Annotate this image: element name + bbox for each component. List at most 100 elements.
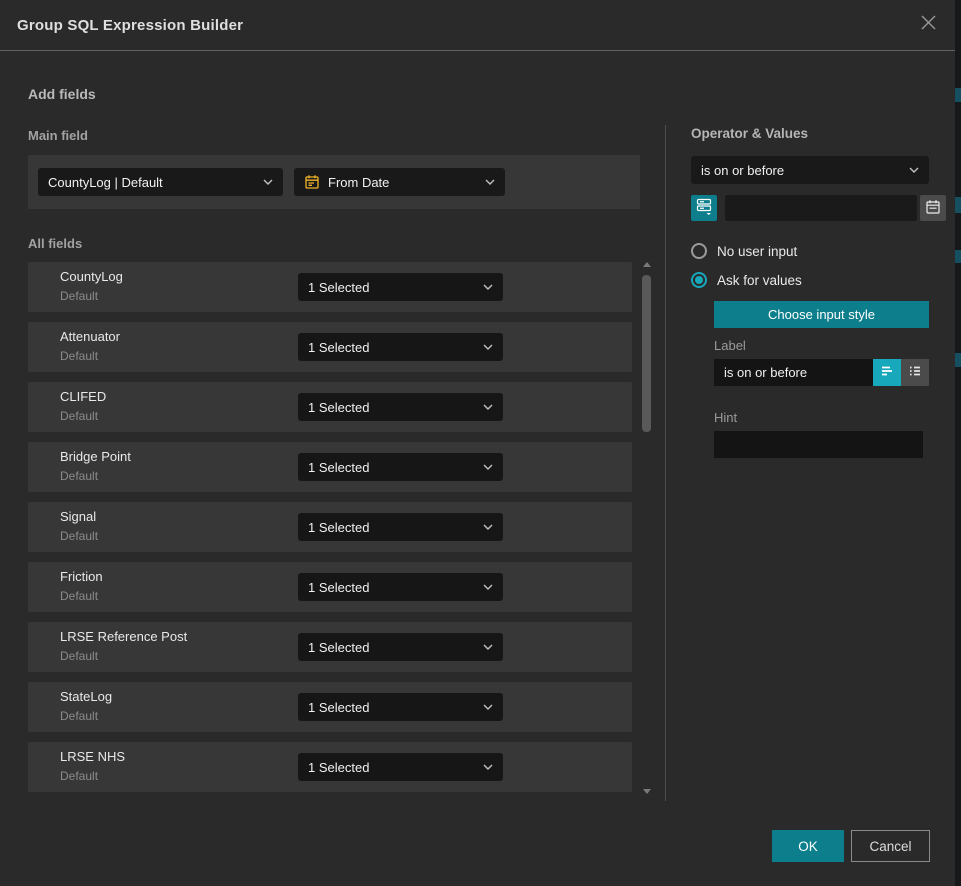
field-selection-dropdown[interactable]: 1 Selected	[298, 453, 503, 481]
selection-value: 1 Selected	[308, 700, 477, 715]
chevron-down-icon	[483, 644, 493, 650]
chevron-down-icon	[483, 764, 493, 770]
main-field-dropdown[interactable]: From Date	[294, 168, 505, 196]
field-selection-dropdown[interactable]: 1 Selected	[298, 633, 503, 661]
calendar-icon	[925, 199, 941, 218]
date-picker-button[interactable]	[920, 195, 946, 221]
field-name: StateLog	[60, 689, 112, 704]
field-selection-dropdown[interactable]: 1 Selected	[298, 393, 503, 421]
field-name: Friction	[60, 569, 103, 584]
background-app-strip	[955, 0, 961, 886]
field-type: Default	[60, 589, 103, 603]
radio-label: No user input	[717, 244, 797, 259]
chevron-down-icon	[483, 584, 493, 590]
cancel-button[interactable]: Cancel	[851, 830, 930, 862]
main-field-label: Main field	[28, 128, 88, 143]
group-sql-expression-builder-dialog: Group SQL Expression Builder Add fields …	[0, 0, 955, 886]
selection-value: 1 Selected	[308, 580, 477, 595]
radio-circle-selected-icon	[691, 272, 707, 288]
input-style-text-toggle[interactable]	[873, 359, 901, 386]
label-input[interactable]	[714, 359, 873, 386]
radio-ask-for-values[interactable]: Ask for values	[691, 272, 929, 288]
ask-for-values-options: Choose input style Label	[714, 301, 929, 458]
main-field-dropdown-value: From Date	[328, 175, 479, 190]
close-icon	[920, 14, 937, 36]
list-icon	[907, 363, 923, 382]
selection-value: 1 Selected	[308, 460, 477, 475]
field-name: Attenuator	[60, 329, 120, 344]
chevron-down-icon	[483, 464, 493, 470]
ok-button[interactable]: OK	[772, 830, 844, 862]
align-left-icon	[879, 363, 895, 382]
operator-dropdown[interactable]: is on or before	[691, 156, 929, 184]
scroll-up-arrow[interactable]	[642, 262, 651, 268]
chevron-down-icon	[483, 404, 493, 410]
dialog-title: Group SQL Expression Builder	[17, 17, 243, 34]
main-layer-dropdown-value: CountyLog | Default	[48, 175, 257, 190]
choose-input-style-button[interactable]: Choose input style	[714, 301, 929, 328]
operator-values-panel: Operator & Values is on or before	[691, 126, 929, 458]
field-selection-dropdown[interactable]: 1 Selected	[298, 273, 503, 301]
all-fields-list: CountyLog Default 1 Selected Attenuator …	[28, 262, 632, 802]
chevron-down-icon	[483, 524, 493, 530]
field-type: Default	[60, 649, 187, 663]
calendar-icon	[304, 174, 320, 190]
close-button[interactable]	[918, 15, 938, 35]
field-type: Default	[60, 529, 98, 543]
dialog-header: Group SQL Expression Builder	[0, 0, 955, 51]
value-input-row	[691, 195, 929, 221]
field-selection-dropdown[interactable]: 1 Selected	[298, 573, 503, 601]
field-name: Signal	[60, 509, 98, 524]
field-row-bridge-point: Bridge Point Default 1 Selected	[28, 442, 632, 492]
radio-circle-icon	[691, 243, 707, 259]
input-mode-radios: No user input Ask for values	[691, 243, 929, 288]
panel-divider	[665, 125, 666, 801]
field-type: Default	[60, 409, 106, 423]
field-name: CountyLog	[60, 269, 123, 284]
field-row-attenuator: Attenuator Default 1 Selected	[28, 322, 632, 372]
add-fields-heading: Add fields	[28, 86, 96, 102]
hint-caption: Hint	[714, 410, 929, 425]
field-row-lrse-reference-post: LRSE Reference Post Default 1 Selected	[28, 622, 632, 672]
field-name: LRSE NHS	[60, 749, 125, 764]
chevron-down-icon	[483, 704, 493, 710]
field-row-statelog: StateLog Default 1 Selected	[28, 682, 632, 732]
input-style-list-toggle[interactable]	[901, 359, 929, 386]
field-row-countylog: CountyLog Default 1 Selected	[28, 262, 632, 312]
selection-value: 1 Selected	[308, 340, 477, 355]
field-name: LRSE Reference Post	[60, 629, 187, 644]
field-selection-dropdown[interactable]: 1 Selected	[298, 333, 503, 361]
all-fields-label: All fields	[28, 236, 82, 251]
field-selection-dropdown[interactable]: 1 Selected	[298, 693, 503, 721]
field-type: Default	[60, 769, 125, 783]
value-input[interactable]	[725, 195, 917, 221]
main-field-panel: CountyLog | Default From Date	[28, 155, 640, 209]
selection-value: 1 Selected	[308, 520, 477, 535]
radio-no-user-input[interactable]: No user input	[691, 243, 929, 259]
chevron-down-icon	[263, 179, 273, 185]
main-layer-dropdown[interactable]: CountyLog | Default	[38, 168, 283, 196]
field-row-clifed: CLIFED Default 1 Selected	[28, 382, 632, 432]
operator-values-heading: Operator & Values	[691, 126, 929, 141]
unique-values-icon	[696, 198, 712, 219]
field-row-signal: Signal Default 1 Selected	[28, 502, 632, 552]
chevron-down-icon	[485, 179, 495, 185]
selection-value: 1 Selected	[308, 400, 477, 415]
chevron-down-icon	[909, 167, 919, 173]
scroll-down-arrow[interactable]	[642, 789, 651, 795]
field-row-lrse-nhs: LRSE NHS Default 1 Selected	[28, 742, 632, 792]
field-type: Default	[60, 709, 112, 723]
unique-values-button[interactable]	[691, 195, 717, 221]
field-selection-dropdown[interactable]: 1 Selected	[298, 513, 503, 541]
field-name: CLIFED	[60, 389, 106, 404]
selection-value: 1 Selected	[308, 280, 477, 295]
hint-input[interactable]	[714, 431, 923, 458]
field-selection-dropdown[interactable]: 1 Selected	[298, 753, 503, 781]
chevron-down-icon	[483, 284, 493, 290]
scrollbar-thumb[interactable]	[642, 275, 651, 432]
label-row	[714, 359, 929, 386]
field-type: Default	[60, 349, 120, 363]
chevron-down-icon	[483, 344, 493, 350]
field-name: Bridge Point	[60, 449, 131, 464]
selection-value: 1 Selected	[308, 640, 477, 655]
